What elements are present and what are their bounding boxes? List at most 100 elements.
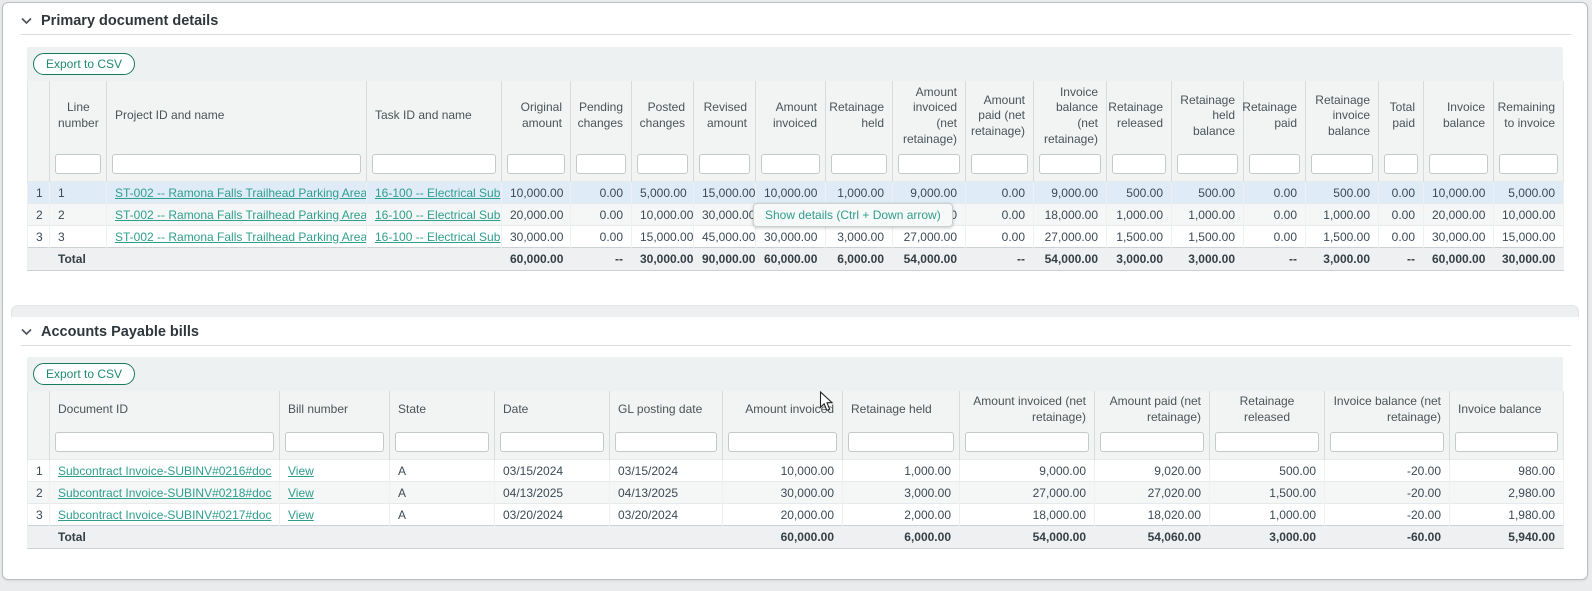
- column-filter-input[interactable]: [1100, 432, 1204, 452]
- table-cell: 10,000.00: [1424, 182, 1494, 204]
- column-header[interactable]: Invoice balance: [1450, 391, 1564, 460]
- column-filter-input[interactable]: [831, 154, 887, 174]
- row-selector[interactable]: 3: [28, 504, 50, 526]
- column-filter-input[interactable]: [699, 154, 750, 174]
- column-header[interactable]: Amount paid (net retainage): [1095, 391, 1210, 460]
- primary-details-section-header[interactable]: Primary document details: [21, 11, 218, 31]
- table-cell: Subcontract Invoice-SUBINV#0217#doc: [50, 504, 280, 526]
- export-to-csv-button[interactable]: Export to CSV: [33, 53, 135, 75]
- column-header-label: Bill number: [280, 391, 389, 429]
- column-header[interactable]: Revised amount: [694, 81, 756, 182]
- column-header[interactable]: Invoice balance: [1424, 81, 1494, 182]
- view-link[interactable]: View: [288, 464, 314, 478]
- column-header[interactable]: Invoice balance (net retainage): [1034, 81, 1107, 182]
- column-filter-input[interactable]: [1249, 154, 1300, 174]
- column-header[interactable]: Amount invoiced (net retainage): [893, 81, 966, 182]
- column-filter-input[interactable]: [500, 432, 604, 452]
- document-link[interactable]: Subcontract Invoice-SUBINV#0217#doc: [58, 508, 271, 522]
- column-header[interactable]: Task ID and name: [367, 81, 502, 182]
- column-filter-input[interactable]: [112, 154, 361, 174]
- column-filter-input[interactable]: [1177, 154, 1238, 174]
- table-cell: [28, 526, 50, 549]
- project-link[interactable]: ST-002 -- Ramona Falls Trailhead Parking…: [115, 186, 367, 200]
- project-link[interactable]: ST-002 -- Ramona Falls Trailhead Parking…: [115, 208, 367, 222]
- column-filter-input[interactable]: [1215, 432, 1319, 452]
- column-header[interactable]: Original amount: [502, 81, 571, 182]
- column-header[interactable]: Posted changes: [632, 81, 694, 182]
- column-header[interactable]: Line number: [50, 81, 107, 182]
- column-filter-input[interactable]: [1455, 432, 1558, 452]
- row-selector[interactable]: 2: [28, 482, 50, 504]
- project-link[interactable]: ST-002 -- Ramona Falls Trailhead Parking…: [115, 230, 367, 244]
- column-header[interactable]: Document ID: [50, 391, 280, 460]
- column-header[interactable]: Retainage released: [1107, 81, 1172, 182]
- column-filter-input[interactable]: [507, 154, 565, 174]
- panel-splitter[interactable]: [11, 305, 1579, 317]
- column-filter-input[interactable]: [285, 432, 384, 452]
- column-filter-input[interactable]: [1384, 154, 1418, 174]
- column-header[interactable]: Retainage held balance: [1172, 81, 1244, 182]
- column-filter-input[interactable]: [615, 432, 717, 452]
- column-header[interactable]: Pending changes: [571, 81, 632, 182]
- column-filter-input[interactable]: [1429, 154, 1488, 174]
- column-filter-input[interactable]: [1330, 432, 1444, 452]
- column-header[interactable]: Invoice balance (net retainage): [1325, 391, 1450, 460]
- column-filter-input[interactable]: [965, 432, 1089, 452]
- column-filter-input[interactable]: [898, 154, 960, 174]
- total-cell: --: [1244, 248, 1306, 271]
- table-cell: 0.00: [1379, 226, 1424, 248]
- column-filter-input[interactable]: [55, 154, 101, 174]
- column-filter-input[interactable]: [372, 154, 496, 174]
- table-cell: 500.00: [1306, 182, 1379, 204]
- table-cell: [28, 248, 50, 271]
- row-selector[interactable]: 1: [28, 182, 50, 204]
- column-filter-input[interactable]: [848, 432, 954, 452]
- column-filter-input[interactable]: [637, 154, 688, 174]
- column-filter-input[interactable]: [1499, 154, 1558, 174]
- task-link[interactable]: 16-100 -- Electrical Sub: [375, 208, 500, 222]
- column-header[interactable]: Project ID and name: [107, 81, 367, 182]
- column-filter-input[interactable]: [1039, 154, 1101, 174]
- view-link[interactable]: View: [288, 486, 314, 500]
- view-link[interactable]: View: [288, 508, 314, 522]
- table-cell: 0.00: [1244, 204, 1306, 226]
- column-filter-input[interactable]: [728, 432, 837, 452]
- column-header[interactable]: Total paid: [1379, 81, 1424, 182]
- table-cell: 18,000.00: [1034, 204, 1107, 226]
- row-selector[interactable]: 2: [28, 204, 50, 226]
- column-header[interactable]: Date: [495, 391, 610, 460]
- column-header[interactable]: State: [390, 391, 495, 460]
- total-cell: [495, 526, 610, 549]
- column-header[interactable]: Retainage released: [1210, 391, 1325, 460]
- table-cell: 27,000.00: [893, 226, 966, 248]
- ap-bills-section-header[interactable]: Accounts Payable bills: [21, 322, 199, 342]
- column-header[interactable]: Bill number: [280, 391, 390, 460]
- column-filter-input[interactable]: [761, 154, 820, 174]
- export-to-csv-button[interactable]: Export to CSV: [33, 363, 135, 385]
- column-header[interactable]: Amount paid (net retainage): [966, 81, 1034, 182]
- row-selector[interactable]: 1: [28, 460, 50, 482]
- column-filter-input[interactable]: [971, 154, 1028, 174]
- row-selector[interactable]: 3: [28, 226, 50, 248]
- column-filter-input[interactable]: [1112, 154, 1166, 174]
- column-filter-input[interactable]: [395, 432, 489, 452]
- column-header-label: Retainage released: [1210, 391, 1324, 429]
- task-link[interactable]: 16-100 -- Electrical Sub: [375, 230, 500, 244]
- chevron-down-icon[interactable]: [21, 17, 32, 25]
- column-header[interactable]: Retainage held: [843, 391, 960, 460]
- chevron-down-icon[interactable]: [21, 328, 32, 336]
- column-filter-input[interactable]: [576, 154, 626, 174]
- column-header[interactable]: Amount invoiced: [756, 81, 826, 182]
- column-filter-input[interactable]: [1311, 154, 1373, 174]
- column-header[interactable]: Retainage paid: [1244, 81, 1306, 182]
- column-header-label: Revised amount: [694, 81, 755, 151]
- column-header[interactable]: GL posting date: [610, 391, 723, 460]
- document-link[interactable]: Subcontract Invoice-SUBINV#0216#doc: [58, 464, 271, 478]
- column-header[interactable]: Retainage invoice balance: [1306, 81, 1379, 182]
- document-link[interactable]: Subcontract Invoice-SUBINV#0218#doc: [58, 486, 271, 500]
- task-link[interactable]: 16-100 -- Electrical Sub: [375, 186, 500, 200]
- column-header[interactable]: Retainage held: [826, 81, 893, 182]
- column-header[interactable]: Amount invoiced (net retainage): [960, 391, 1095, 460]
- column-filter-input[interactable]: [55, 432, 274, 452]
- column-header[interactable]: Remaining to invoice: [1494, 81, 1564, 182]
